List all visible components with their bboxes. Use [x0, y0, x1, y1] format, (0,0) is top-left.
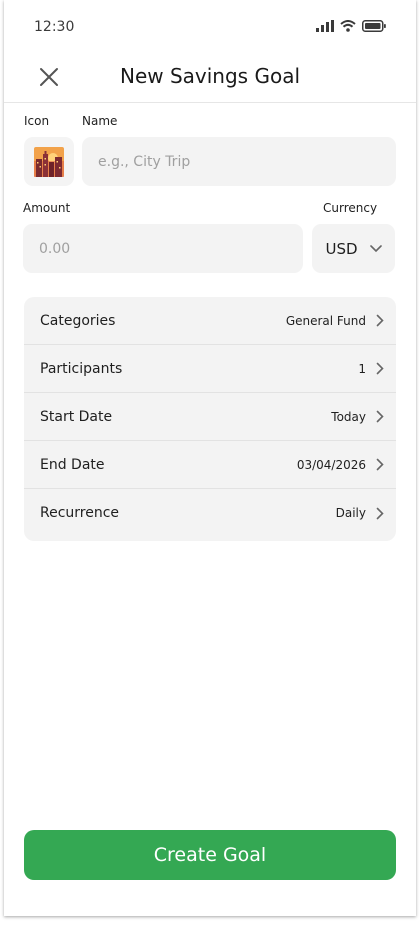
- page-title: New Savings Goal: [119, 64, 301, 88]
- chevron-right-icon: [376, 507, 384, 519]
- row-end-date[interactable]: End Date 03/04/2026: [24, 441, 396, 489]
- row-label: Participants: [40, 360, 123, 377]
- icon-label: Icon: [24, 114, 50, 128]
- row-label: End Date: [40, 456, 105, 473]
- currency-value: USD: [325, 239, 358, 258]
- chevron-down-icon: [369, 244, 382, 252]
- row-value: 1: [358, 361, 366, 376]
- row-participants[interactable]: Participants 1: [24, 345, 396, 393]
- chevron-right-icon: [376, 458, 384, 471]
- chevron-right-icon: [376, 362, 384, 375]
- name-label: Name: [82, 114, 118, 128]
- amount-label: Amount: [23, 201, 71, 215]
- status-bar: 12:30: [4, 0, 416, 54]
- goal-settings-list: Categories General Fund Participants 1 S…: [24, 297, 396, 541]
- row-start-date[interactable]: Start Date Today: [24, 393, 396, 441]
- currency-select[interactable]: USD: [312, 224, 395, 273]
- app-screen: 12:30 New Savings Goal Icon Name e.g., C…: [4, 0, 416, 916]
- battery-icon: [362, 20, 386, 32]
- row-value: General Fund: [285, 313, 366, 328]
- name-input[interactable]: [82, 137, 396, 186]
- wifi-icon: [340, 20, 356, 32]
- city-sunset-icon: [34, 146, 64, 177]
- row-label: Recurrence: [40, 505, 120, 521]
- icon-picker-button[interactable]: [24, 137, 74, 186]
- signal-icon: [316, 20, 334, 32]
- amount-input[interactable]: [23, 224, 303, 273]
- row-recurrence[interactable]: Recurrence Daily: [24, 489, 396, 537]
- row-categories[interactable]: Categories General Fund: [24, 297, 396, 345]
- status-icons: [316, 20, 386, 32]
- row-value: Today: [331, 409, 366, 424]
- currency-label: Currency: [323, 201, 378, 215]
- chevron-right-icon: [376, 410, 384, 423]
- create-goal-button[interactable]: Create Goal: [24, 830, 396, 880]
- row-label: Categories: [40, 312, 116, 329]
- status-time: 12:30: [34, 19, 75, 35]
- header: New Savings Goal: [4, 54, 416, 103]
- row-label: Start Date: [40, 408, 113, 425]
- row-value: Daily: [335, 506, 366, 520]
- chevron-right-icon: [376, 314, 384, 327]
- row-value: 03/04/2026: [296, 457, 366, 472]
